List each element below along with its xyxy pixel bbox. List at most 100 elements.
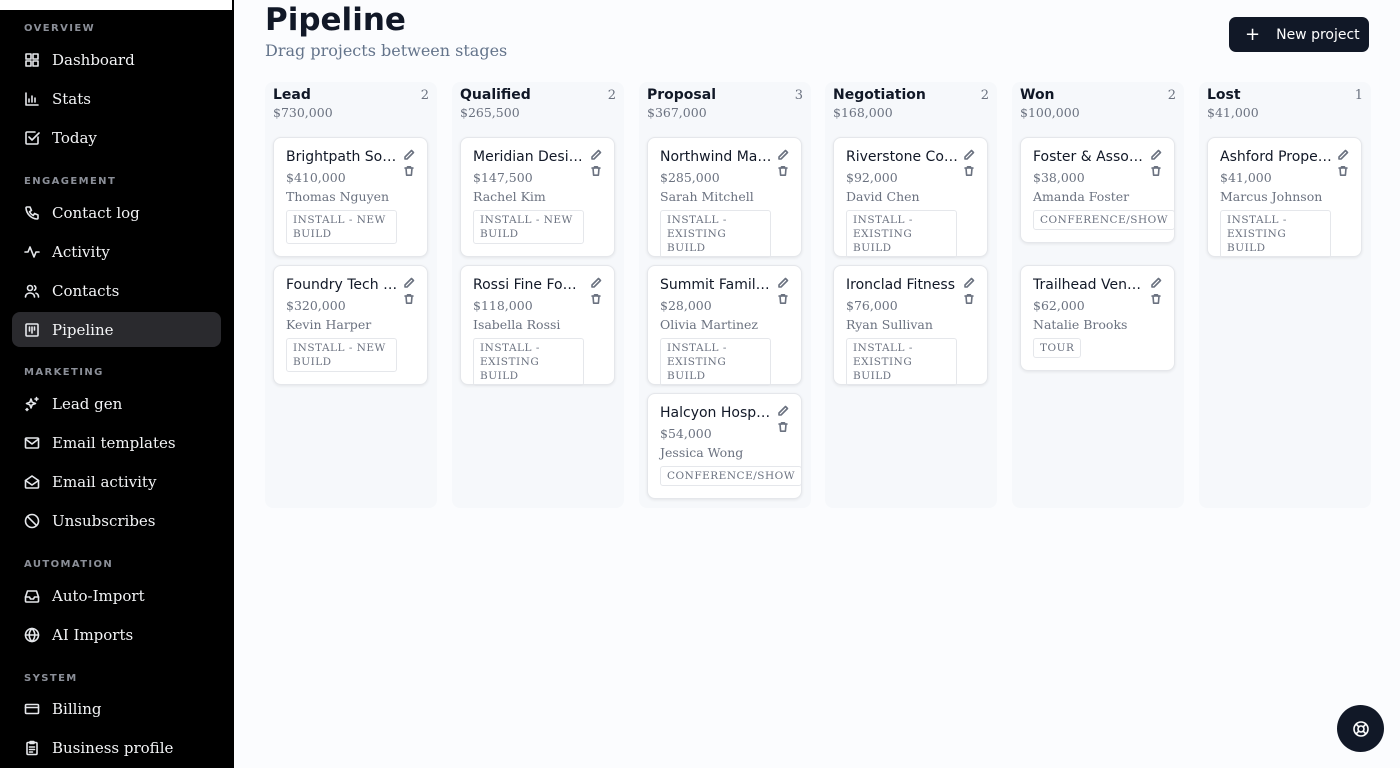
sidebar-item-email-templates[interactable]: Email templates — [12, 425, 221, 460]
pencil-icon[interactable] — [777, 277, 789, 289]
sidebar-item-email-activity[interactable]: Email activity — [12, 464, 221, 499]
sidebar-item-label: Contacts — [52, 281, 120, 300]
pencil-icon[interactable] — [777, 405, 789, 417]
project-card[interactable]: Summit Family Dental $28,000 Olivia Martin… — [647, 265, 802, 386]
new-project-button[interactable]: + New project — [1229, 17, 1369, 52]
column-count: 1 — [1354, 88, 1363, 103]
project-card[interactable]: Ironclad Fitness $76,000 Ryan Sullivan INST… — [833, 265, 988, 386]
card-title: Meridian Design — [473, 149, 585, 165]
sidebar-item-business-profile[interactable]: Business profile — [12, 730, 221, 765]
pencil-icon[interactable] — [403, 277, 415, 289]
trash-icon[interactable] — [1150, 293, 1162, 305]
page-subtitle: Drag projects between stages — [265, 41, 508, 60]
column-title: Qualified — [460, 87, 531, 103]
sidebar-top-strip — [0, 0, 232, 10]
project-card[interactable]: Halcyon Hospitality $54,000 Jessica Wong CO… — [647, 393, 803, 499]
trash-icon[interactable] — [963, 293, 975, 305]
column-count: 2 — [1167, 88, 1176, 103]
card-contact: Amanda Foster — [1033, 189, 1130, 204]
checkbox-icon — [24, 130, 40, 146]
sparkles-icon — [24, 396, 40, 412]
kanban-icon — [24, 322, 40, 338]
trash-icon[interactable] — [590, 165, 602, 177]
pencil-icon[interactable] — [1150, 149, 1162, 161]
trash-icon[interactable] — [590, 293, 602, 305]
trash-icon[interactable] — [963, 165, 975, 177]
card-value: $147,500 — [473, 170, 533, 185]
sidebar-item-today[interactable]: Today — [12, 120, 221, 155]
sidebar-item-stats[interactable]: Stats — [12, 81, 221, 116]
sidebar-item-label: Email activity — [52, 472, 157, 491]
card-value: $410,000 — [286, 170, 346, 185]
users-icon — [24, 283, 40, 299]
trash-icon[interactable] — [777, 165, 789, 177]
card-tag: TOUR — [1033, 338, 1082, 358]
project-card[interactable]: Brightpath Software $410,000 Thomas Nguyen… — [273, 137, 428, 257]
help-button[interactable] — [1337, 705, 1384, 752]
trash-icon[interactable] — [1150, 165, 1162, 177]
card-contact: Isabella Rossi — [473, 317, 561, 332]
sidebar-item-label: Today — [52, 128, 97, 147]
card-tag: CONFERENCE/SHOW — [1033, 210, 1176, 230]
trash-icon[interactable] — [1337, 165, 1349, 177]
project-card[interactable]: Trailhead Ventures $62,000 Natalie Brooks T… — [1020, 265, 1175, 371]
sidebar-item-lead-gen[interactable]: Lead gen — [12, 386, 221, 421]
project-card[interactable]: Rossi Fine Foods $118,000 Isabella Rossi IN… — [460, 265, 615, 386]
pencil-icon[interactable] — [1337, 149, 1349, 161]
column-count: 2 — [980, 88, 989, 103]
card-title: Foundry Tech Labs — [286, 277, 398, 293]
pencil-icon[interactable] — [963, 277, 975, 289]
dashboard-icon — [24, 52, 40, 68]
page-title: Pipeline — [265, 2, 406, 38]
sidebar-item-activity[interactable]: Activity — [12, 234, 221, 269]
card-title: Rossi Fine Foods — [473, 277, 585, 293]
sidebar-item-label: Unsubscribes — [52, 511, 156, 530]
sidebar-item-label: AI Imports — [52, 625, 134, 644]
project-card[interactable]: Foster & Associates $38,000 Amanda Foster C… — [1020, 137, 1176, 243]
project-card[interactable]: Foundry Tech Labs $320,000 Kevin Harper INS… — [273, 265, 428, 385]
pipeline-column: Qualified 2 $265,500 Meridian Design $147,50… — [452, 82, 624, 508]
trash-icon[interactable] — [403, 293, 415, 305]
sidebar-item-contact-log[interactable]: Contact log — [12, 195, 221, 230]
project-card[interactable]: Northwind Marketing $285,000 Sarah Mitchel… — [647, 137, 802, 258]
pencil-icon[interactable] — [963, 149, 975, 161]
activity-icon — [24, 244, 40, 260]
sidebar-item-pipeline[interactable]: Pipeline — [12, 312, 221, 347]
card-title: Brightpath Software — [286, 149, 398, 165]
card-tag: INSTALL - EXISTING BUILD — [660, 210, 771, 258]
nav-section-automation: AUTOMATION — [24, 559, 114, 570]
pencil-icon[interactable] — [777, 149, 789, 161]
sidebar: OVERVIEW Dashboard Stats Today ENGAGEMEN… — [0, 0, 234, 768]
project-card[interactable]: Ashford Properties $41,000 Marcus Johnson I… — [1207, 137, 1362, 258]
sidebar-item-ai-imports[interactable]: AI Imports — [12, 617, 221, 652]
card-contact: Rachel Kim — [473, 189, 546, 204]
project-card[interactable]: Riverstone Construction $92,000 David Chen… — [833, 137, 988, 258]
pencil-icon[interactable] — [403, 149, 415, 161]
sidebar-item-billing[interactable]: Billing — [12, 691, 221, 726]
sidebar-item-label: Billing — [52, 699, 102, 718]
pencil-icon[interactable] — [1150, 277, 1162, 289]
sidebar-item-label: Pipeline — [52, 320, 114, 339]
trash-icon[interactable] — [777, 421, 789, 433]
trash-icon[interactable] — [403, 165, 415, 177]
card-tag: INSTALL - EXISTING BUILD — [1220, 210, 1331, 258]
card-contact: Natalie Brooks — [1033, 317, 1128, 332]
trash-icon[interactable] — [777, 293, 789, 305]
project-card[interactable]: Meridian Design $147,500 Rachel Kim INSTALL… — [460, 137, 615, 257]
sidebar-item-label: Business profile — [52, 738, 174, 757]
column-count: 3 — [794, 88, 803, 103]
pencil-icon[interactable] — [590, 277, 602, 289]
card-value: $54,000 — [660, 426, 712, 441]
column-title: Won — [1020, 87, 1055, 103]
column-total: $168,000 — [833, 105, 893, 120]
sidebar-item-dashboard[interactable]: Dashboard — [12, 42, 221, 77]
card-tag: CONFERENCE/SHOW — [660, 466, 803, 486]
sidebar-item-unsubscribes[interactable]: Unsubscribes — [12, 503, 221, 538]
credit-card-icon — [24, 701, 40, 717]
nav-section-overview: OVERVIEW — [24, 23, 96, 34]
sidebar-item-contacts[interactable]: Contacts — [12, 273, 221, 308]
sidebar-item-auto-import[interactable]: Auto-Import — [12, 578, 221, 613]
pencil-icon[interactable] — [590, 149, 602, 161]
column-title: Lead — [273, 87, 311, 103]
card-title: Trailhead Ventures — [1033, 277, 1145, 293]
